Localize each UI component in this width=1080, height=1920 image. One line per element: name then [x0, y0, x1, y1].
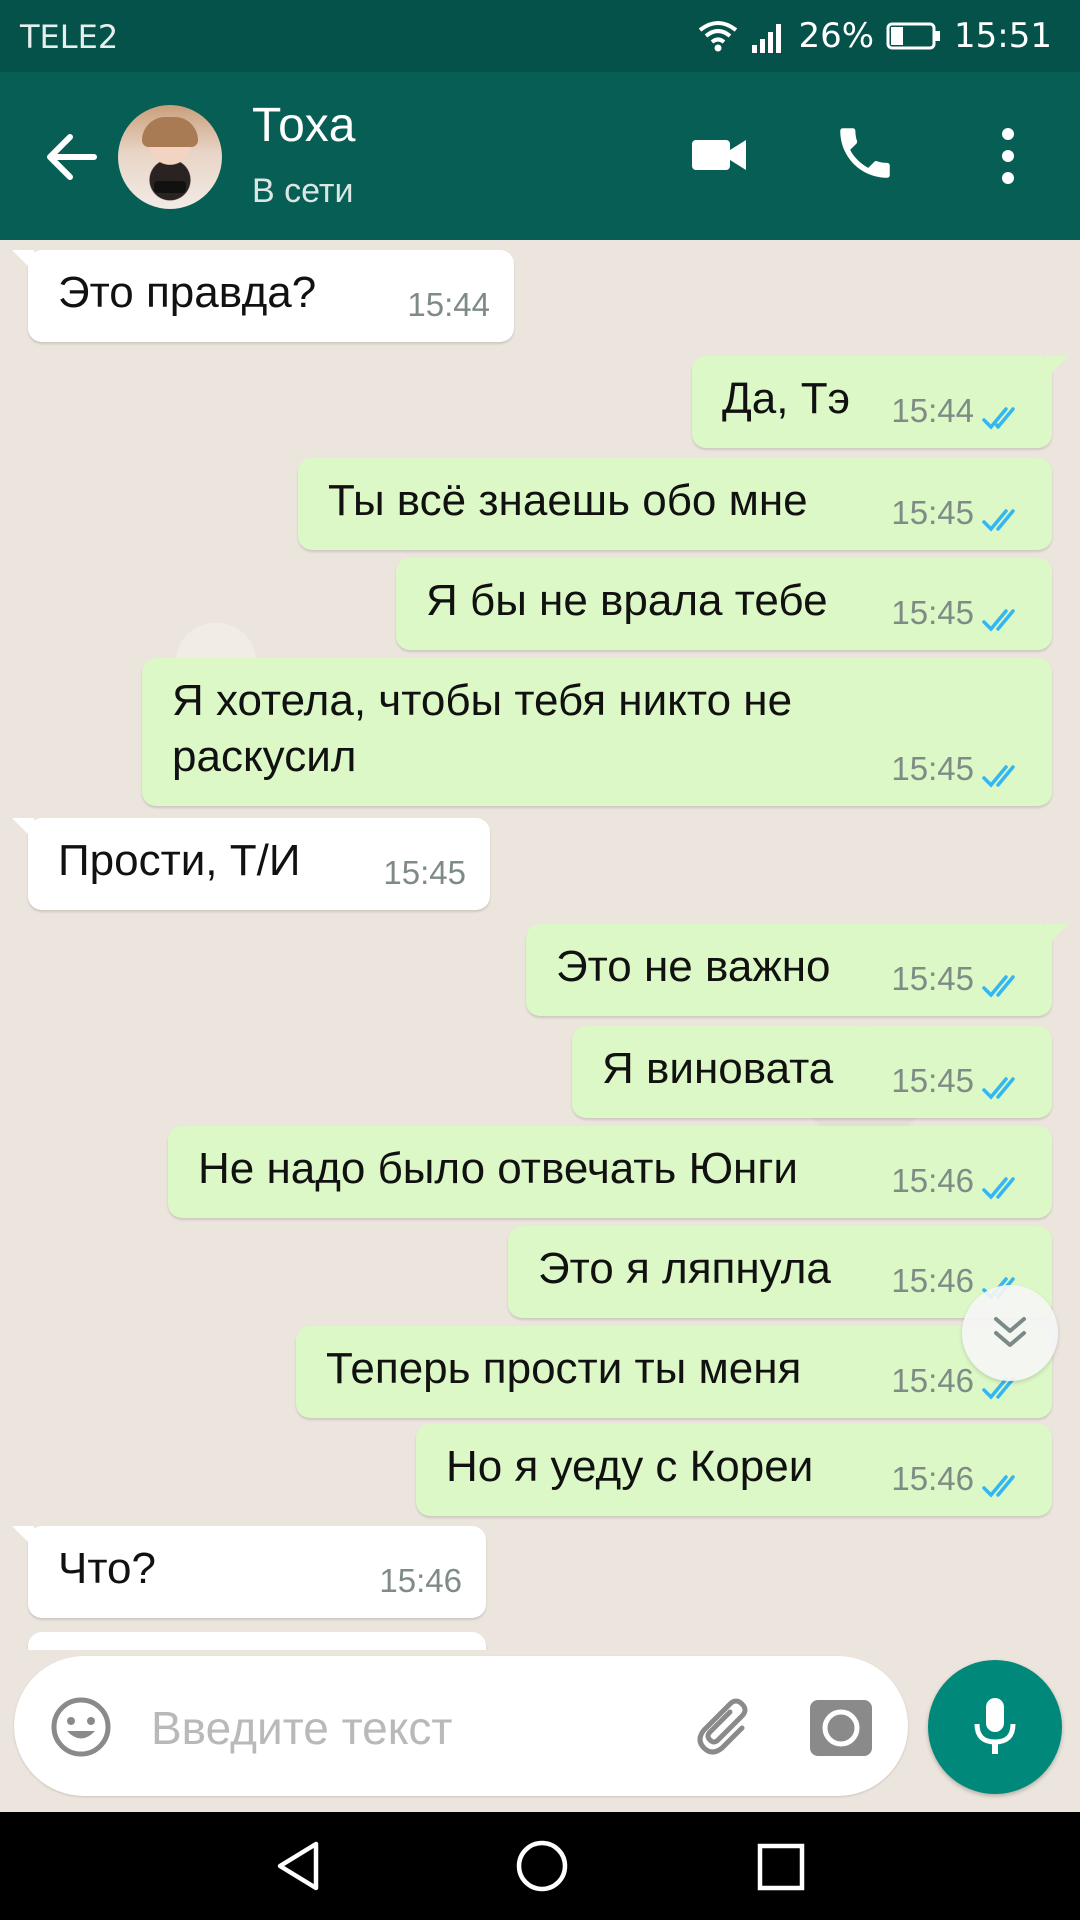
signal-icon — [750, 19, 786, 53]
attach-button[interactable] — [690, 1692, 760, 1762]
contact-status: В сети — [252, 172, 354, 210]
message-time: 15:45 — [383, 854, 466, 891]
message-time: 15:46 — [891, 1362, 974, 1399]
carrier-label: TELE2 — [20, 18, 119, 56]
read-receipt-icon — [982, 1077, 1015, 1100]
avatar[interactable] — [118, 105, 222, 209]
message-text-line2: раскусил — [172, 732, 357, 781]
more-vertical-icon — [1002, 128, 1014, 184]
message-outgoing[interactable]: Это не важно 15:45 — [526, 924, 1068, 1016]
message-time: 15:46 — [891, 1460, 974, 1497]
read-receipt-icon — [982, 975, 1015, 998]
composer — [14, 1656, 908, 1796]
message-text: Ты всё знаешь обо мне — [328, 476, 808, 525]
voice-call-button[interactable] — [832, 120, 898, 186]
circle-home-icon — [516, 1840, 568, 1892]
message-incoming[interactable]: Прости, Т/И 15:45 — [12, 818, 490, 910]
message-text: Да, Тэ — [722, 374, 851, 423]
emoji-button[interactable] — [50, 1696, 112, 1758]
message-text: Что? — [58, 1544, 156, 1593]
double-chevron-down-icon — [994, 1317, 1026, 1347]
square-recents-icon — [757, 1843, 805, 1891]
message-text: Это я ляпнула — [538, 1244, 831, 1293]
scroll-to-bottom-button[interactable] — [962, 1285, 1058, 1381]
message-outgoing[interactable]: Но я уеду с Кореи 15:46 — [416, 1424, 1052, 1516]
camera-button[interactable] — [808, 1696, 874, 1758]
message-time: 15:45 — [891, 494, 974, 531]
back-button[interactable] — [38, 122, 108, 192]
more-options-button[interactable] — [990, 124, 1026, 188]
clock: 15:51 — [954, 16, 1052, 56]
microphone-icon — [974, 1698, 1016, 1754]
message-time: 15:44 — [891, 392, 974, 429]
read-receipt-icon — [982, 509, 1015, 532]
message-outgoing[interactable]: Теперь прости ты меня 15:46 — [296, 1326, 1052, 1418]
message-outgoing[interactable]: Я виновата 15:45 — [572, 1026, 1052, 1118]
message-outgoing[interactable]: Да, Тэ 15:44 — [692, 356, 1068, 448]
voice-message-button[interactable] — [928, 1660, 1062, 1794]
message-text: Это правда? — [58, 268, 317, 317]
message-outgoing[interactable]: Я хотела, чтобы тебя никто не раскусил 1… — [142, 658, 1052, 806]
message-incoming-partial[interactable] — [28, 1632, 486, 1650]
video-call-button[interactable] — [690, 124, 750, 184]
message-time: 15:45 — [891, 594, 974, 631]
battery-icon — [886, 21, 942, 51]
read-receipt-icon — [982, 1475, 1015, 1498]
system-nav-bar — [0, 1812, 1080, 1920]
read-receipt-icon — [982, 609, 1015, 632]
message-text: Теперь прости ты меня — [326, 1344, 802, 1393]
read-receipt-icon — [982, 1177, 1015, 1200]
phone-icon — [840, 128, 890, 178]
message-text: Я хотела, чтобы тебя никто не — [172, 676, 793, 725]
message-input[interactable] — [149, 1692, 673, 1764]
message-time: 15:46 — [891, 1262, 974, 1299]
read-receipt-icon — [982, 765, 1015, 788]
message-text: Я виновата — [602, 1044, 834, 1093]
nav-home-button[interactable] — [514, 1838, 570, 1899]
message-list[interactable]: Это правда? 15:44 Да, Тэ 15:44 Ты всё зн… — [0, 240, 1080, 1650]
message-incoming[interactable]: Это правда? 15:44 — [12, 250, 514, 342]
message-time: 15:46 — [891, 1162, 974, 1199]
wifi-icon — [698, 19, 738, 53]
battery-percent: 26% — [798, 16, 875, 56]
nav-back-button[interactable] — [272, 1838, 328, 1899]
nav-recents-button[interactable] — [756, 1842, 806, 1897]
message-time: 15:46 — [379, 1562, 462, 1599]
arrow-left-icon — [47, 134, 97, 180]
message-text: Это не важно — [556, 942, 831, 991]
message-time: 15:44 — [407, 286, 490, 323]
triangle-back-icon — [277, 1841, 319, 1891]
smiley-icon — [51, 1697, 111, 1757]
message-time: 15:45 — [891, 1062, 974, 1099]
message-text: Не надо было отвечать Юнги — [198, 1144, 798, 1193]
contact-name[interactable]: Тоха — [252, 98, 356, 153]
message-outgoing[interactable]: Я бы не врала тебе 15:45 — [396, 558, 1052, 650]
message-text: Но я уеду с Кореи — [446, 1442, 814, 1491]
message-outgoing[interactable]: Не надо было отвечать Юнги 15:46 — [168, 1126, 1052, 1218]
video-camera-icon — [692, 140, 746, 170]
status-bar: TELE2 26% 15:51 — [0, 0, 1080, 72]
message-incoming[interactable]: Что? 15:46 — [12, 1526, 486, 1618]
paperclip-icon — [697, 1698, 748, 1755]
message-outgoing[interactable]: Ты всё знаешь обо мне 15:45 — [298, 458, 1052, 550]
read-receipt-icon — [982, 407, 1015, 430]
message-text: Я бы не врала тебе — [426, 576, 828, 625]
message-text: Прости, Т/И — [58, 836, 301, 885]
chat-header: Тоха В сети — [0, 72, 1080, 240]
message-time: 15:45 — [891, 960, 974, 997]
camera-icon — [810, 1700, 872, 1756]
message-time: 15:45 — [891, 750, 974, 787]
status-indicators: 26% 15:51 — [698, 14, 1052, 58]
